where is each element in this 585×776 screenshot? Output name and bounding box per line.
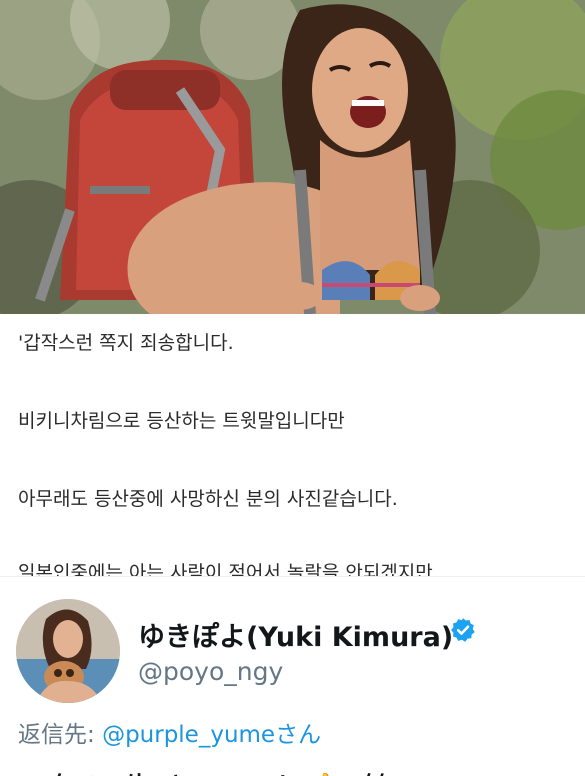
reply-to-line: 返信先: @purple_yumeさん [18,715,321,749]
tweet-card: ゆきぽよ(Yuki Kimura) @poyo_ngy 返信先: @purple… [0,576,585,776]
message-line: '갑작스런 쪽지 죄송합니다. [18,332,234,354]
hiker-photo [0,0,585,314]
avatar[interactable] [16,599,120,703]
user-handle[interactable]: @poyo_ngy [138,657,283,686]
message-line: 아무래도 등산중에 사망하신 분의 사진같습니다. [18,488,398,510]
display-name[interactable]: ゆきぽよ(Yuki Kimura) [138,615,453,654]
hiker-photo-art [0,0,585,314]
reply-prefix: 返信先: [18,722,103,748]
message-line: 비키니차림으로 등산하는 트윗말입니다만 [18,410,345,432]
message-text-block: '갑작스런 쪽지 죄송합니다. 비키니차림으로 등산하는 트윗말입니다만 아무래… [0,314,585,576]
message-line: 일본인중에는 아는 사람이 적어서 놀랄을 안되겠지만 [18,562,433,576]
avatar-image [16,599,120,703]
verified-badge-icon [451,618,475,642]
reply-mention-link[interactable]: @purple_yumeさん [102,722,321,748]
tweet-text: 元気に生きてるよ👍(笑) [14,763,413,776]
